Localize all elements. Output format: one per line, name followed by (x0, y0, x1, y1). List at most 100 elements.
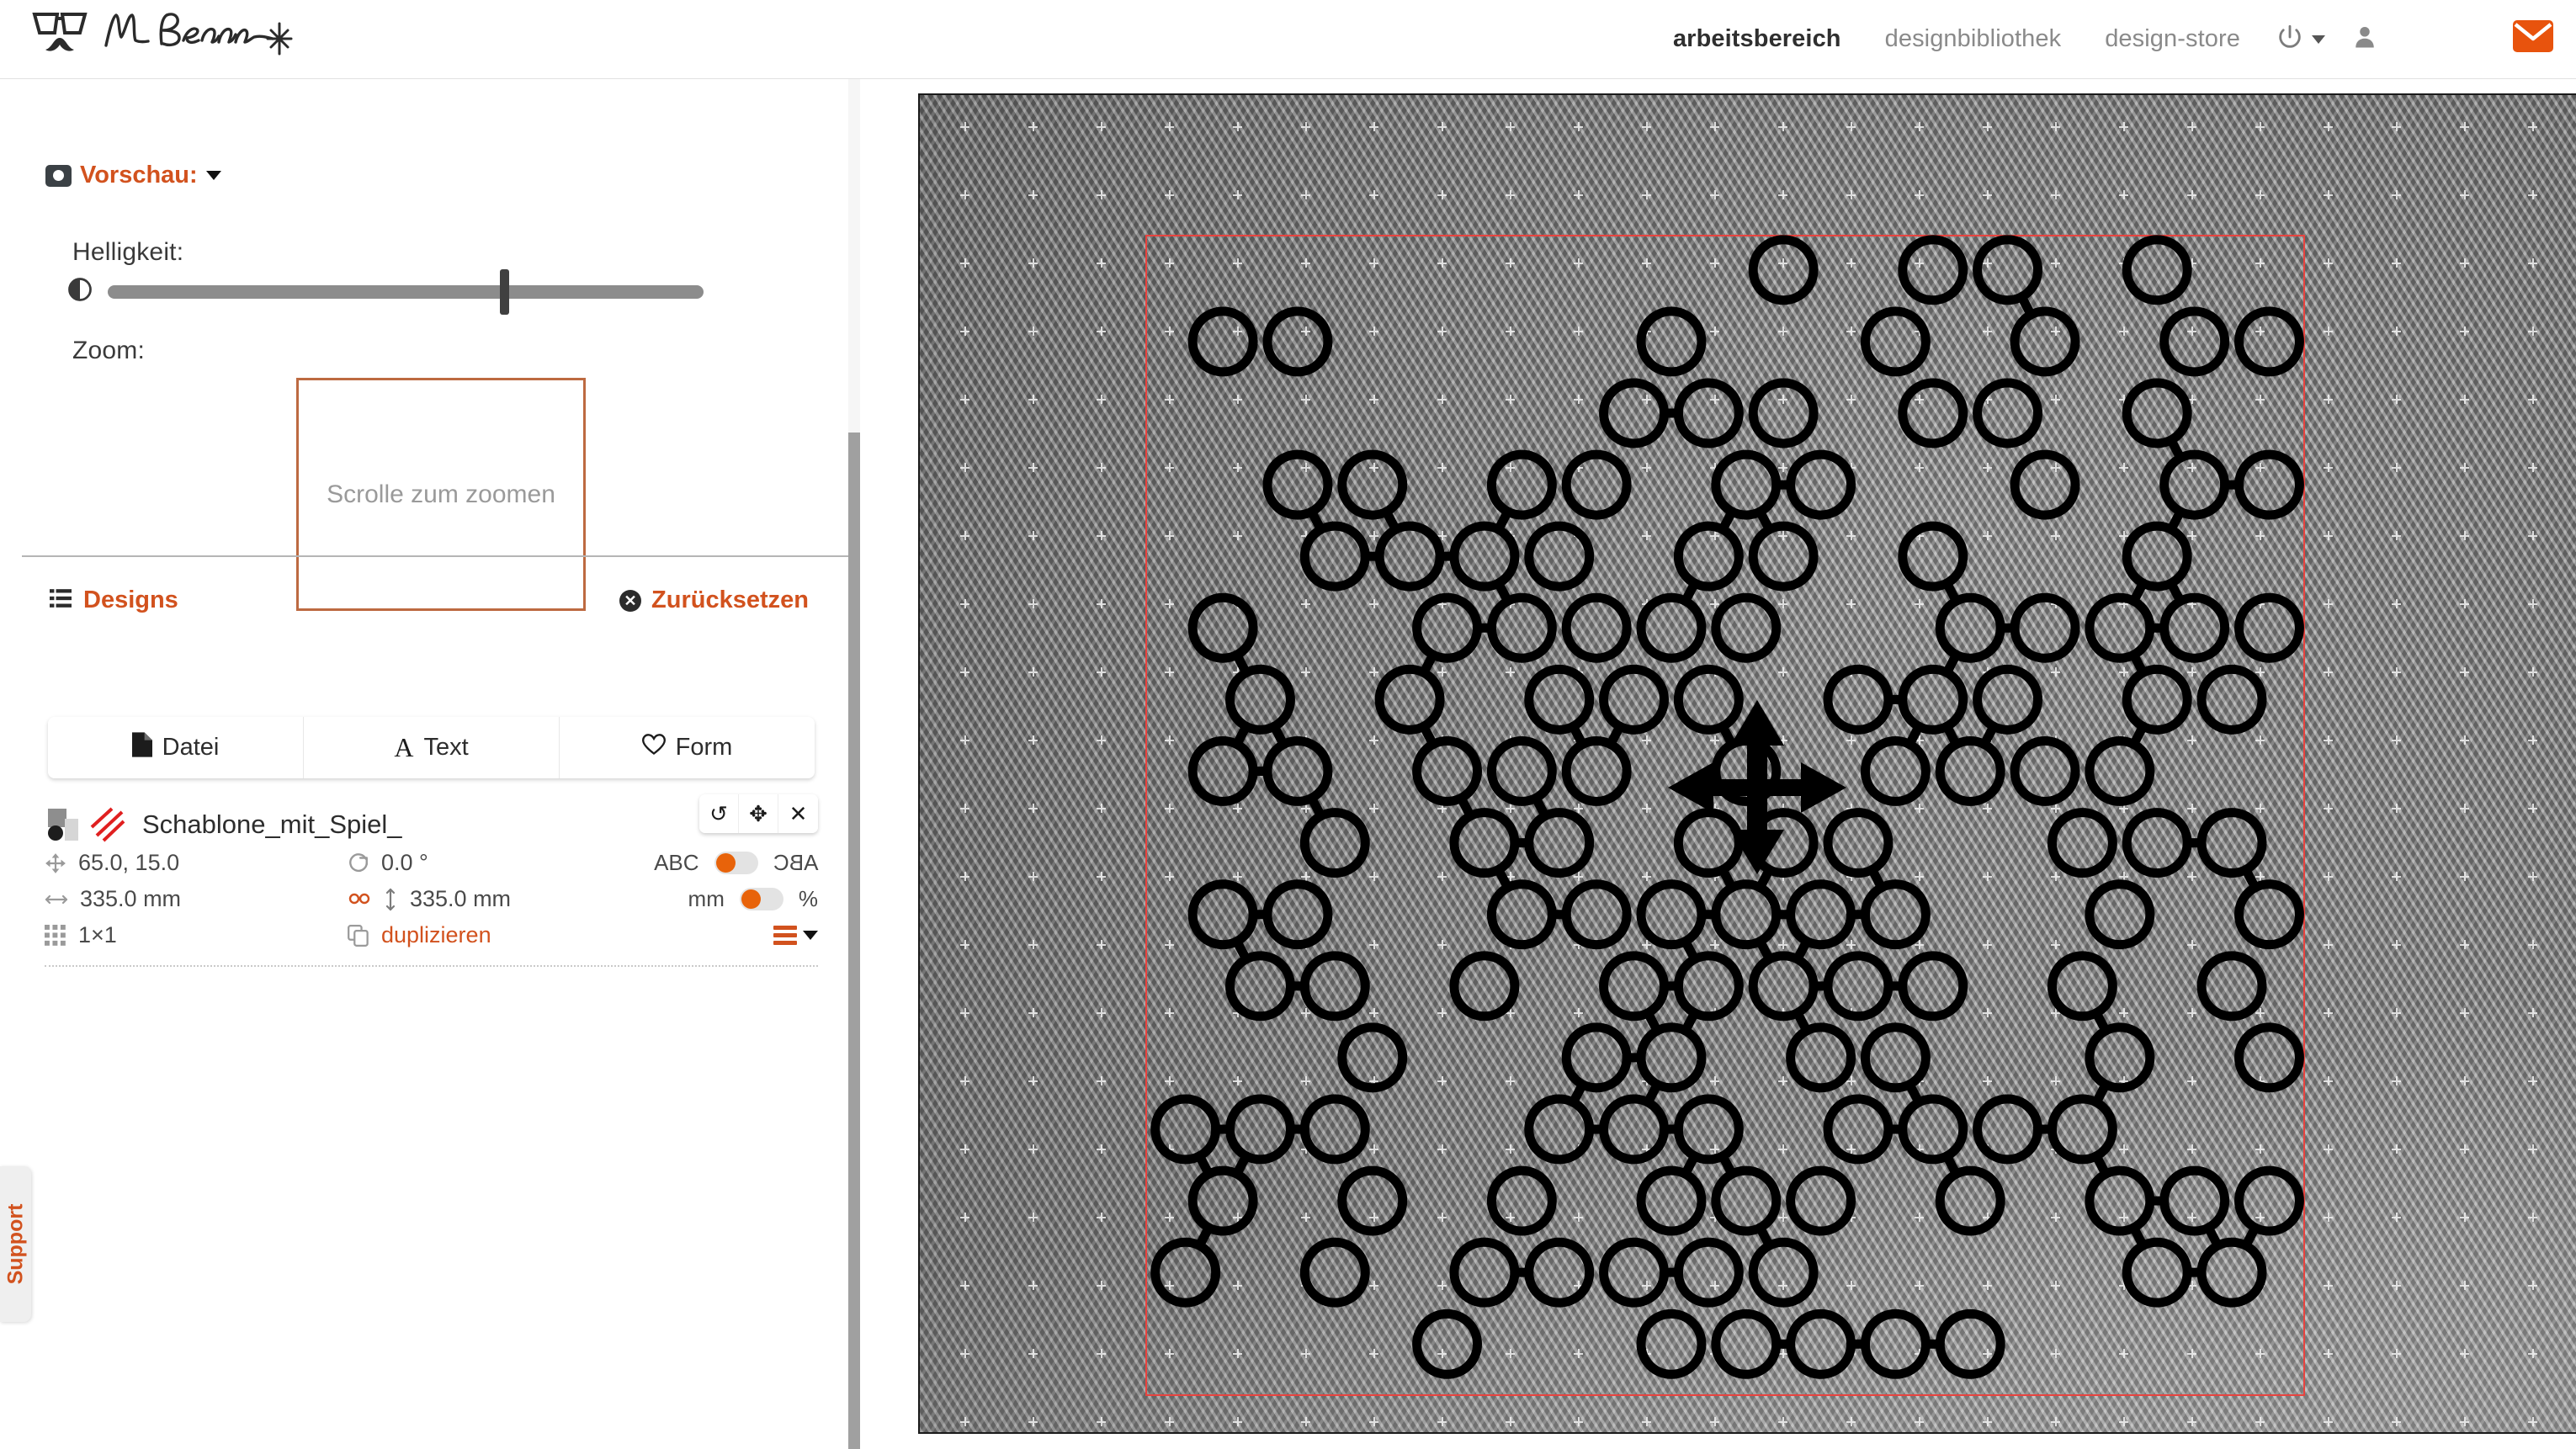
support-tab-label: Support (3, 1203, 28, 1285)
move-design-button[interactable]: ✥ (739, 794, 778, 833)
contrast-icon (67, 277, 93, 306)
design-circle (1412, 592, 1483, 663)
design-bridge (2241, 1223, 2260, 1250)
move-icon (45, 852, 66, 874)
design-circle (2047, 1094, 2117, 1165)
design-bridge (1568, 721, 1587, 750)
design-position-value[interactable]: 65.0, 15.0 (78, 850, 179, 876)
design-circle (2196, 808, 2267, 878)
design-circle (1823, 1094, 1893, 1165)
design-bridge (1681, 937, 1700, 964)
design-circle (1898, 378, 1968, 448)
design-circle (1524, 664, 1595, 735)
design-circle (1935, 1165, 2005, 1236)
design-bridge (1681, 1008, 1700, 1036)
add-text-button[interactable]: A Text (304, 717, 560, 778)
designs-section-header[interactable]: Designs (49, 586, 178, 614)
design-circle (1262, 879, 1333, 950)
design-circle (1561, 1022, 1632, 1093)
design-action-buttons: ↺ ✥ ✕ (699, 794, 818, 833)
user-account-button[interactable] (2339, 23, 2391, 56)
design-circle (1935, 592, 2005, 663)
four-way-move-handle[interactable] (1660, 697, 1854, 878)
design-bridge (1307, 793, 1326, 821)
design-circle (2047, 951, 2117, 1022)
design-bridge (2128, 650, 2148, 677)
design-circle (1187, 592, 1258, 663)
nav-item-design-store[interactable]: design-store (2083, 25, 2262, 53)
design-bridge (1867, 864, 1887, 893)
add-text-label: Text (423, 734, 469, 761)
design-circle (1711, 1165, 1782, 1236)
nav-item-designbibliothek[interactable]: designbibliothek (1863, 25, 2084, 53)
design-circle (1337, 1165, 1408, 1236)
design-circle (1524, 1237, 1595, 1308)
brand-logo[interactable] (32, 5, 310, 57)
chevron-down-icon[interactable] (205, 171, 221, 180)
hamburger-menu-icon[interactable] (773, 926, 818, 945)
design-grid-value[interactable]: 1×1 (78, 922, 117, 948)
design-bridge (2128, 721, 2148, 750)
design-circle (2122, 808, 2192, 878)
design-circle (2122, 378, 2192, 448)
remove-design-button[interactable]: ✕ (778, 794, 818, 833)
design-bridge (1232, 650, 1251, 677)
design-height-value[interactable]: 335.0 mm (410, 886, 511, 912)
add-file-button[interactable]: Datei (48, 717, 304, 778)
design-bridge (1643, 1008, 1662, 1036)
design-circle (1486, 736, 1557, 806)
slider-handle[interactable] (500, 268, 509, 315)
nav-item-arbeitsbereich[interactable]: arbeitsbereich (1651, 25, 1863, 53)
design-circle (1711, 449, 1782, 520)
duplicate-link[interactable]: duplizieren (381, 922, 491, 948)
preview-section-header[interactable]: Vorschau: (45, 162, 221, 189)
design-circle (1449, 1237, 1520, 1308)
grid-icon (45, 924, 66, 947)
brightness-slider[interactable] (108, 268, 704, 315)
support-tab[interactable]: Support (0, 1166, 31, 1322)
design-circle (2010, 306, 2080, 377)
design-circle (2234, 1022, 2304, 1093)
design-position-row: 65.0, 15.0 0.0 ° ABC ABC (45, 845, 818, 881)
design-bridge (1381, 507, 1401, 534)
working-area[interactable] (918, 93, 2576, 1434)
scrollbar-thumb[interactable] (848, 433, 860, 1449)
design-circle (1561, 879, 1632, 950)
design-bridge (2166, 578, 2186, 606)
units-toggle[interactable] (739, 888, 783, 910)
power-menu-button[interactable] (2262, 23, 2339, 56)
design-size-row: 335.0 mm 335.0 mm mm % (45, 881, 818, 917)
design-bridge (1194, 1151, 1214, 1179)
design-bridge (2166, 435, 2186, 463)
vector-lines-thumbnail (90, 807, 125, 842)
reset-button[interactable]: ✕ Zurücksetzen (619, 586, 809, 614)
brightness-control (67, 268, 704, 315)
design-bridge (2203, 1223, 2223, 1250)
design-bridge (2128, 1223, 2148, 1250)
design-circle (1898, 521, 1968, 592)
add-shape-button[interactable]: Form (560, 717, 815, 778)
rotate-icon (348, 852, 369, 874)
design-bridge (1419, 650, 1438, 677)
designs-title: Designs (83, 586, 178, 613)
design-circle (1748, 235, 1819, 305)
design-rotation-value[interactable]: 0.0 ° (381, 850, 428, 876)
zoom-preview-box[interactable]: Scrolle zum zoomen (296, 378, 586, 611)
design-circle (1561, 449, 1632, 520)
reset-transform-button[interactable]: ↺ (699, 794, 739, 833)
slider-track (108, 284, 704, 299)
mirror-toggle[interactable] (714, 852, 758, 874)
design-width-value[interactable]: 335.0 mm (80, 886, 181, 912)
design-circle (1524, 521, 1595, 592)
design-list-item[interactable]: Schablone_mit_Spiel_ ↺ ✥ ✕ 65.0, 15.0 0.… (45, 794, 818, 967)
design-bridge (2128, 578, 2148, 606)
design-bridge (1718, 1151, 1737, 1179)
design-circle (1412, 736, 1483, 806)
design-bridge (1232, 721, 1251, 750)
mail-button[interactable] (2507, 12, 2559, 64)
design-circle (1561, 736, 1632, 806)
design-circle (1636, 1308, 1707, 1379)
left-panel-scrollbar[interactable] (848, 79, 860, 1449)
link-icon[interactable] (348, 886, 371, 912)
design-circle (1636, 1022, 1707, 1093)
